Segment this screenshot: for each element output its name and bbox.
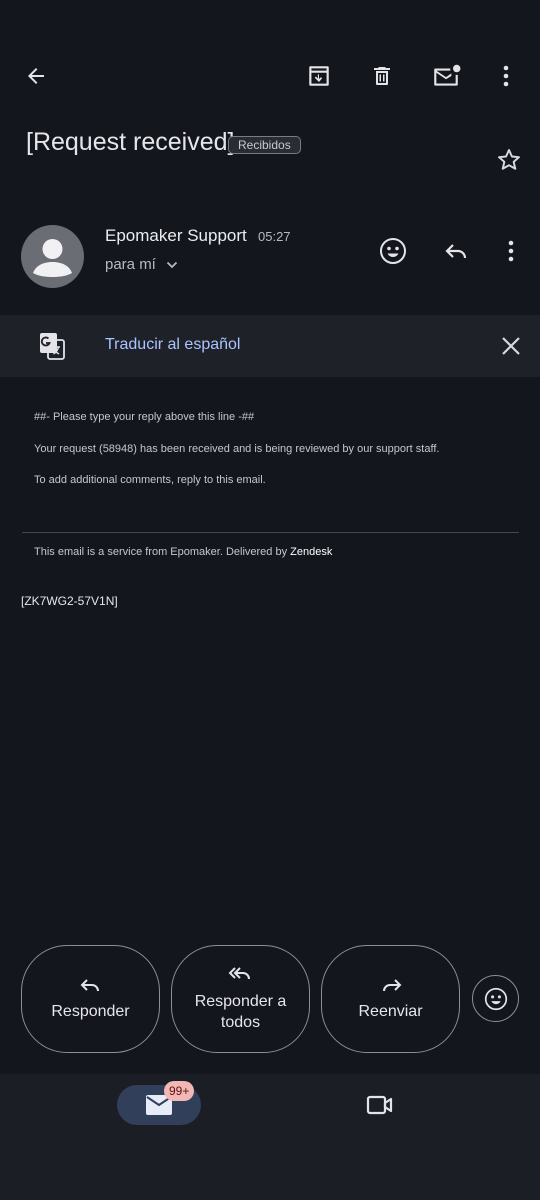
sender-avatar[interactable] [21, 225, 84, 288]
translate-link[interactable]: Traducir al español [105, 336, 240, 354]
reply-all-icon [228, 967, 250, 980]
request-status-text: Your request (58948) has been received a… [34, 443, 440, 455]
back-button[interactable] [18, 58, 54, 94]
close-icon [502, 337, 520, 355]
emoji-reaction-button[interactable] [472, 975, 519, 1022]
reply-icon [445, 244, 467, 259]
sender-time: 05:27 [258, 229, 291, 244]
sender-name: Epomaker Support [105, 226, 247, 245]
trash-icon [374, 67, 390, 85]
forward-icon [382, 979, 401, 992]
reply-button[interactable] [438, 233, 474, 269]
more-vert-icon [508, 240, 514, 262]
video-camera-icon [366, 1095, 393, 1115]
footer-prefix: This email is a service from Epomaker. D… [34, 546, 291, 558]
reply-above-line: ##- Please type your reply above this li… [34, 411, 255, 423]
recipient-label: para mí [105, 256, 156, 273]
archive-icon [309, 66, 329, 86]
message-more-button[interactable] [498, 233, 524, 269]
add-comments-text: To add additional comments, reply to thi… [34, 474, 266, 486]
forward-action-label: Reenviar [358, 1003, 423, 1020]
person-icon [33, 239, 72, 277]
reply-action-label: Responder [51, 1003, 130, 1020]
emoji-icon [484, 987, 507, 1010]
reply-all-action-label: Responder a todos [194, 993, 287, 1031]
label-chip[interactable]: Recibidos [228, 136, 301, 154]
delete-button[interactable] [364, 58, 400, 94]
star-outline-icon [498, 149, 520, 170]
mail-unread-icon [434, 64, 461, 86]
reply-all-action-button[interactable]: Responder a todos [171, 945, 310, 1053]
translate-banner [0, 315, 540, 377]
forward-action-button[interactable]: Reenviar [321, 945, 460, 1053]
emoji-icon [380, 238, 406, 264]
reply-icon [80, 979, 99, 992]
email-subject: [Request received] [26, 128, 235, 156]
archive-button[interactable] [301, 58, 337, 94]
react-emoji-button[interactable] [375, 233, 411, 269]
more-options-button[interactable] [490, 58, 522, 94]
reply-action-button[interactable]: Responder [21, 945, 160, 1053]
close-translate-button[interactable] [494, 329, 528, 363]
nav-meet-tab[interactable] [360, 1088, 400, 1122]
star-button[interactable] [492, 143, 526, 177]
zendesk-link[interactable]: Zendesk [290, 546, 332, 558]
reference-code: [ZK7WG2-57V1N] [21, 594, 118, 608]
bottom-navigation [0, 1074, 540, 1200]
footer-text: This email is a service from Epomaker. D… [34, 546, 332, 558]
divider [22, 532, 519, 533]
arrow-back-icon [28, 68, 44, 84]
chevron-down-icon [166, 261, 177, 268]
translate-icon [36, 330, 68, 362]
mark-unread-button[interactable] [426, 58, 466, 94]
recipient-toggle[interactable]: para mí [105, 256, 180, 273]
more-vert-icon [503, 65, 509, 87]
unread-badge: 99+ [164, 1081, 195, 1101]
